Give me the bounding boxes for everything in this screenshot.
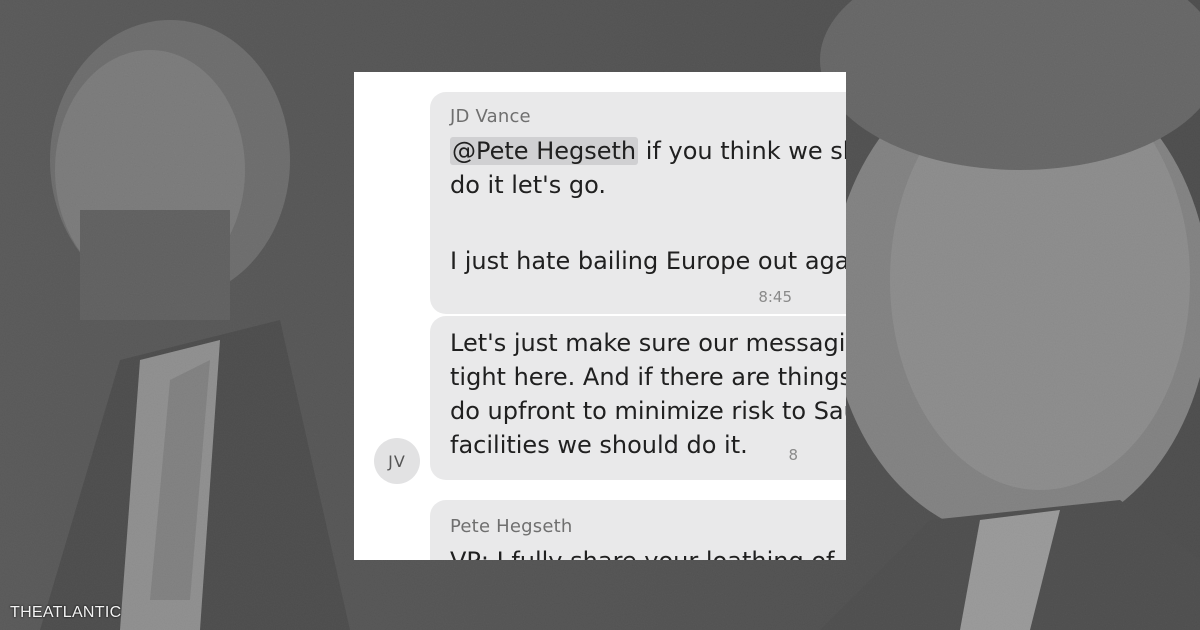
message-text: @Pete Hegseth if you think we sh do it l…	[450, 134, 846, 202]
message-bubble-jd-vance: JD Vance @Pete Hegseth if you think we s…	[430, 92, 846, 314]
message-text-line: facilities we should do it.	[450, 431, 748, 459]
message-text-rest: if you think we sh	[638, 137, 846, 165]
message-text-line: do upfront to minimize risk to Sau	[450, 397, 846, 425]
message-timestamp: 8:45	[758, 288, 792, 306]
mention-tag: @Pete Hegseth	[450, 137, 639, 165]
message-text-line: tight here. And if there are things	[450, 363, 846, 391]
message-bubble-jd-vance-2: Let's just make sure our messagi tight h…	[430, 316, 846, 480]
message-text-line: do it let's go.	[450, 171, 606, 199]
avatar: JV	[374, 438, 420, 484]
message-text: Let's just make sure our messagi tight h…	[450, 326, 846, 462]
message-text-line: Let's just make sure our messagi	[450, 329, 846, 357]
sender-name: JD Vance	[450, 106, 531, 127]
message-text-line: I just hate bailing Europe out agai	[450, 247, 846, 275]
message-bubble-pete-hegseth: Pete Hegseth VP: I fully share your loat…	[430, 500, 846, 560]
brand-logo: THEATLANTIC	[10, 604, 122, 621]
sender-name: Pete Hegseth	[450, 516, 573, 537]
message-text-line: VP: I fully share your loathing of	[450, 544, 834, 560]
message-timestamp: 8	[788, 446, 798, 464]
chat-screenshot: JD Vance @Pete Hegseth if you think we s…	[354, 72, 846, 560]
